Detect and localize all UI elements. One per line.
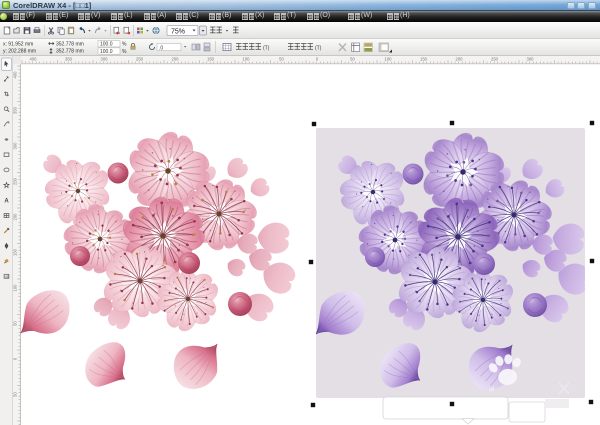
- svg-text:300: 300: [13, 142, 18, 150]
- svg-text:50: 50: [279, 57, 284, 62]
- svg-text:%: %: [122, 49, 127, 55]
- svg-text:(T): (T): [315, 46, 322, 52]
- svg-text:352.778 mm: 352.778 mm: [56, 49, 84, 55]
- svg-text:A: A: [4, 199, 9, 205]
- svg-text:350: 350: [13, 106, 18, 114]
- svg-text:352.778 mm: 352.778 mm: [56, 42, 84, 48]
- svg-text:50: 50: [13, 392, 18, 397]
- svg-text:.0: .0: [159, 45, 163, 51]
- svg-text:100.0: 100.0: [100, 49, 113, 55]
- svg-text:100: 100: [385, 57, 393, 62]
- svg-text:150: 150: [13, 248, 18, 256]
- svg-text:250: 250: [13, 177, 18, 185]
- svg-text:300: 300: [101, 57, 109, 62]
- svg-text:50: 50: [13, 321, 18, 326]
- svg-text:150: 150: [420, 57, 428, 62]
- svg-text:200: 200: [456, 57, 464, 62]
- svg-text:300: 300: [527, 57, 535, 62]
- svg-text:75%: 75%: [171, 29, 185, 36]
- svg-text:y: 202.288 mm: y: 202.288 mm: [3, 49, 36, 55]
- svg-text:150: 150: [207, 57, 215, 62]
- svg-text:%: %: [122, 42, 127, 48]
- svg-text:100: 100: [13, 284, 18, 292]
- svg-text:250: 250: [491, 57, 499, 62]
- svg-text:350: 350: [65, 57, 73, 62]
- svg-text:50: 50: [350, 57, 355, 62]
- svg-text:400: 400: [30, 57, 38, 62]
- svg-text:(T): (T): [263, 46, 270, 52]
- svg-text:200: 200: [172, 57, 180, 62]
- svg-text:250: 250: [136, 57, 144, 62]
- svg-text:100: 100: [243, 57, 251, 62]
- svg-text:400: 400: [13, 71, 18, 79]
- svg-text:200: 200: [13, 213, 18, 221]
- svg-text:100.0: 100.0: [100, 42, 113, 48]
- svg-text:x: 91.952 mm: x: 91.952 mm: [3, 42, 33, 48]
